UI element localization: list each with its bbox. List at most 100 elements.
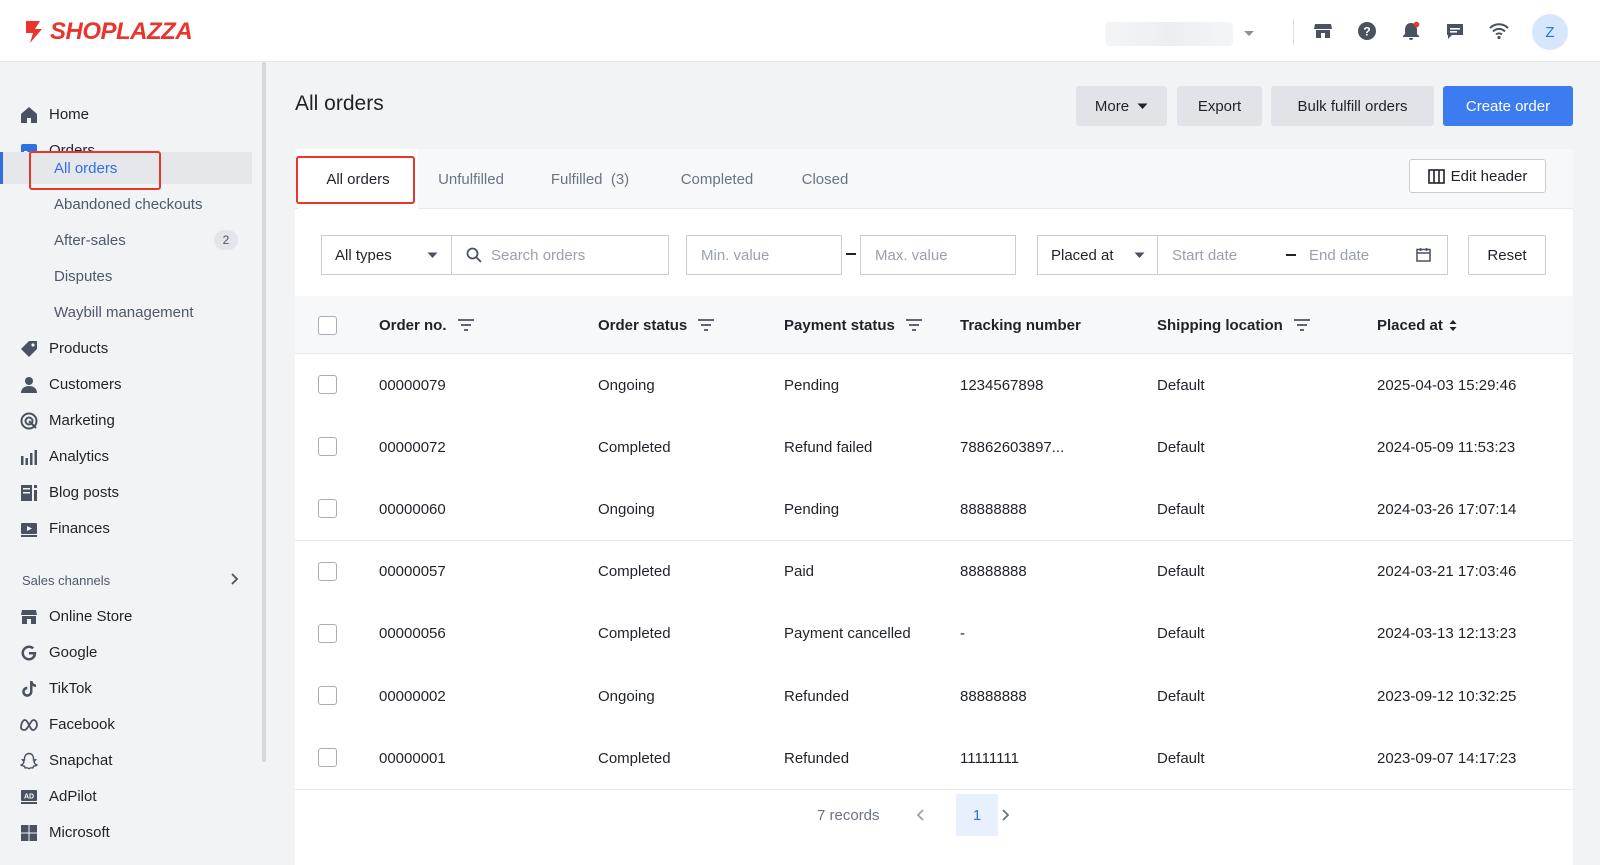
cell-order-status: Ongoing [598,687,655,705]
table-row[interactable]: 00000079 Ongoing Pending 1234567898 Default 2… [295,354,1573,417]
sidebar-item-products[interactable]: Products [0,332,252,364]
column-label: Order no. [379,316,447,334]
select-all-checkbox[interactable] [318,316,337,335]
next-page-button[interactable] [1001,794,1011,836]
sidebar-subitem-abandoned-checkouts[interactable]: Abandoned checkouts [0,188,252,220]
sidebar-subitem-waybill-management[interactable]: Waybill management [0,296,252,328]
wifi-icon[interactable] [1488,20,1510,42]
filter-icon[interactable] [457,318,475,332]
bulk-fulfill-button[interactable]: Bulk fulfill orders [1271,86,1434,126]
cell-placed-at: 2024-03-13 12:13:23 [1377,625,1517,643]
column-label: Payment status [784,316,895,334]
date-field-select[interactable]: Placed at [1037,235,1158,275]
table-row[interactable]: 00000056 Completed Payment cancelled - Defau… [295,602,1573,666]
row-checkbox[interactable] [318,375,337,394]
row-checkbox[interactable] [318,623,337,643]
shoplazza-logo[interactable]: SHOPLAZZA [22,18,193,46]
max-value-input[interactable]: Max. value [860,235,1016,275]
tab-fulfilled[interactable]: Fulfilled (3) [524,149,656,209]
table-row[interactable]: 00000072 Completed Refund failed 7886260389… [295,416,1573,480]
sidebar-item-home[interactable]: Home [0,98,252,130]
tab-closed[interactable]: Closed [778,149,872,209]
sidebar-item-analytics[interactable]: Analytics [0,440,252,472]
sidebar-subitem-after-sales[interactable]: After-sales 2 [0,224,252,256]
chat-icon[interactable] [1444,20,1466,42]
cell-order-status: Completed [598,438,671,456]
sidebar-channel-adpilot[interactable]: AD AdPilot [0,780,252,812]
store-icon[interactable] [1312,20,1334,42]
reset-button[interactable]: Reset [1468,235,1546,275]
date-range-picker[interactable]: Start date End date [1157,235,1448,275]
filter-icon[interactable] [1293,318,1311,332]
cell-order-no[interactable]: 00000072 [379,416,446,478]
avatar[interactable]: Z [1532,14,1568,50]
filter-icon[interactable] [697,318,715,332]
sidebar-item-label: TikTok [49,679,92,697]
row-checkbox[interactable] [318,561,337,581]
row-checkbox[interactable] [318,686,337,705]
help-icon[interactable]: ? [1356,20,1378,42]
store-switcher[interactable] [1105,22,1255,46]
sidebar-item-finances[interactable]: Finances [0,512,252,544]
export-button[interactable]: Export [1177,86,1262,126]
column-payment-status[interactable]: Payment status [784,296,923,354]
table-row[interactable]: 00000060 Ongoing Pending 88888888 Default 202… [295,478,1573,542]
cell-tracking-number: 88888888 [960,563,1027,581]
cell-order-no[interactable]: 00000001 [379,727,446,789]
column-order-no[interactable]: Order no. [379,296,475,354]
sidebar-channel-facebook[interactable]: Facebook [0,708,252,740]
filter-icon[interactable] [905,318,923,332]
row-checkbox[interactable] [318,499,337,519]
tab-unfulfilled[interactable]: Unfulfilled [418,149,524,209]
sidebar-item-label: Disputes [54,267,113,285]
column-label: Placed at [1377,316,1443,334]
search-input[interactable]: Search orders [451,235,669,275]
sidebar-channel-snapchat[interactable]: Snapchat [0,744,252,776]
cell-payment-status: Pending [784,500,840,518]
tab-completed[interactable]: Completed [656,149,778,209]
sidebar-channel-tiktok[interactable]: TikTok [0,672,252,704]
calendar-icon [1416,248,1431,262]
row-checkbox[interactable] [318,748,337,768]
tiktok-icon [20,680,38,698]
column-shipping-location[interactable]: Shipping location [1157,296,1311,354]
table-row[interactable]: 00000001 Completed Refunded 11111111 Default… [295,727,1573,791]
sidebar-scrollbar[interactable] [262,62,266,762]
min-value-input[interactable]: Min. value [686,235,842,275]
chevron-right-icon[interactable] [230,572,240,591]
sidebar-channel-microsoft[interactable]: Microsoft [0,816,252,848]
cell-order-no[interactable]: 00000056 [379,603,446,665]
table-row[interactable]: 00000057 Completed Paid 88888888 Default 2024… [295,540,1573,604]
cell-payment-status: Paid [784,563,815,581]
cell-order-status: Completed [598,625,671,643]
cell-order-no[interactable]: 00000002 [379,665,446,727]
prev-page-button[interactable] [915,794,925,836]
row-checkbox[interactable] [318,437,337,457]
cell-order-no[interactable]: 00000057 [379,541,446,603]
sidebar-item-blog-posts[interactable]: Blog posts [0,476,252,508]
sidebar-channel-online-store[interactable]: Online Store [0,600,252,632]
active-indicator [0,152,3,184]
bell-icon[interactable] [1400,20,1422,42]
search-placeholder: Search orders [491,246,586,264]
table-header: Order no. Order status Payment status Tr… [295,296,1573,354]
sidebar-item-customers[interactable]: Customers [0,368,252,400]
cell-tracking-number: 1234567898 [960,376,1044,394]
cell-order-no[interactable]: 00000060 [379,478,446,540]
record-count: 7 records [817,806,880,824]
sidebar-item-marketing[interactable]: Marketing [0,404,252,436]
sidebar-subitem-disputes[interactable]: Disputes [0,260,252,292]
column-order-status[interactable]: Order status [598,296,715,354]
page-1-button[interactable]: 1 [956,794,998,836]
create-order-button[interactable]: Create order [1443,86,1573,126]
column-placed-at[interactable]: Placed at [1377,296,1457,354]
column-label: Order status [598,316,688,334]
sidebar-item-label: Abandoned checkouts [54,195,203,213]
sort-icon[interactable] [1449,319,1457,332]
sidebar-channel-google[interactable]: Google [0,636,252,668]
type-select[interactable]: All types [321,235,452,275]
edit-header-button[interactable]: Edit header [1409,159,1546,193]
more-button[interactable]: More [1076,86,1167,126]
table-row[interactable]: 00000002 Ongoing Refunded 88888888 Default 20… [295,665,1573,728]
cell-order-no[interactable]: 00000079 [379,354,446,416]
